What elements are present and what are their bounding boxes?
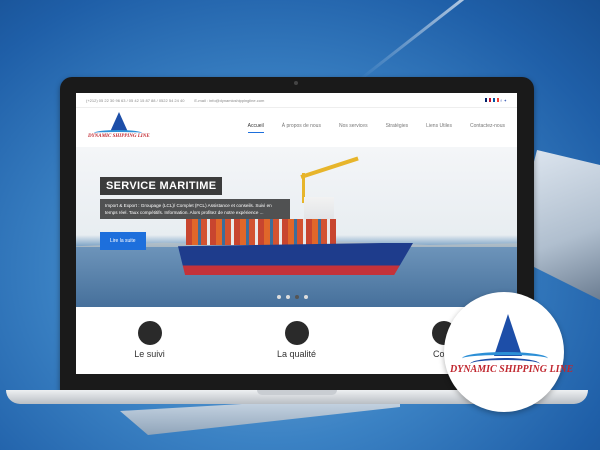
ship-hull: [178, 243, 413, 275]
navbar: DYNAMIC SHIPPING LINE Accueil À propos d…: [76, 108, 517, 148]
topbar: (+212) 05 22 30 96 63 / 05 42 15 87 88 /…: [76, 93, 517, 108]
ship-containers: [186, 219, 336, 245]
menu-item-contact[interactable]: Contactez-nous: [470, 123, 505, 133]
slider-dot[interactable]: [304, 295, 308, 299]
menu-item-strategies[interactable]: Stratégies: [386, 123, 409, 133]
email-info[interactable]: E-mail : info@dynamicshippingline.com: [194, 98, 264, 103]
camera: [294, 81, 298, 85]
main-menu: Accueil À propos de nous Nos services St…: [247, 123, 505, 133]
feature-qualite[interactable]: La qualité: [242, 307, 352, 374]
slider-dot[interactable]: [286, 295, 290, 299]
menu-item-accueil[interactable]: Accueil: [247, 123, 264, 133]
quality-icon: [284, 321, 309, 345]
tracking-icon: [137, 321, 162, 345]
menu-item-a-propos[interactable]: À propos de nous: [282, 123, 321, 133]
phone-info: (+212) 05 22 30 96 63 / 05 42 15 87 88 /…: [86, 97, 185, 103]
sail-icon: [110, 112, 128, 132]
feature-label: Le suivi: [134, 349, 165, 359]
facebook-icon[interactable]: f: [501, 98, 502, 103]
twitter-icon[interactable]: ✦: [504, 98, 507, 103]
site-logo[interactable]: DYNAMIC SHIPPING LINE: [88, 110, 150, 146]
slider-dots: [277, 295, 308, 299]
hero-description: Import & Export : Groupage (LCL)/ Comple…: [100, 199, 290, 219]
slider-dot[interactable]: [277, 295, 281, 299]
ship-crane: [300, 156, 359, 179]
sail-icon: [494, 314, 522, 356]
hero-title: SERVICE MARITIME: [100, 177, 223, 195]
feature-suivi[interactable]: Le suivi: [95, 307, 205, 374]
menu-item-liens[interactable]: Liens Utiles: [426, 123, 452, 133]
flag-fr-icon[interactable]: [492, 97, 499, 102]
slider-dot-active[interactable]: [295, 295, 299, 299]
logo-badge: DYNAMIC SHIPPING LINE: [444, 292, 574, 412]
flag-en-icon[interactable]: [484, 97, 491, 102]
feature-label: La qualité: [276, 349, 317, 359]
hero-slider: SERVICE MARITIME Import & Export : Group…: [76, 147, 517, 307]
badge-logo-text: DYNAMIC SHIPPING LINE: [450, 364, 574, 375]
read-more-button[interactable]: Lire la suite: [100, 232, 146, 250]
language-social-icons: f ✦: [484, 97, 507, 103]
menu-item-services[interactable]: Nos services: [339, 123, 368, 133]
laptop-notch: [257, 390, 337, 395]
logo-text: DYNAMIC SHIPPING LINE: [88, 134, 150, 139]
